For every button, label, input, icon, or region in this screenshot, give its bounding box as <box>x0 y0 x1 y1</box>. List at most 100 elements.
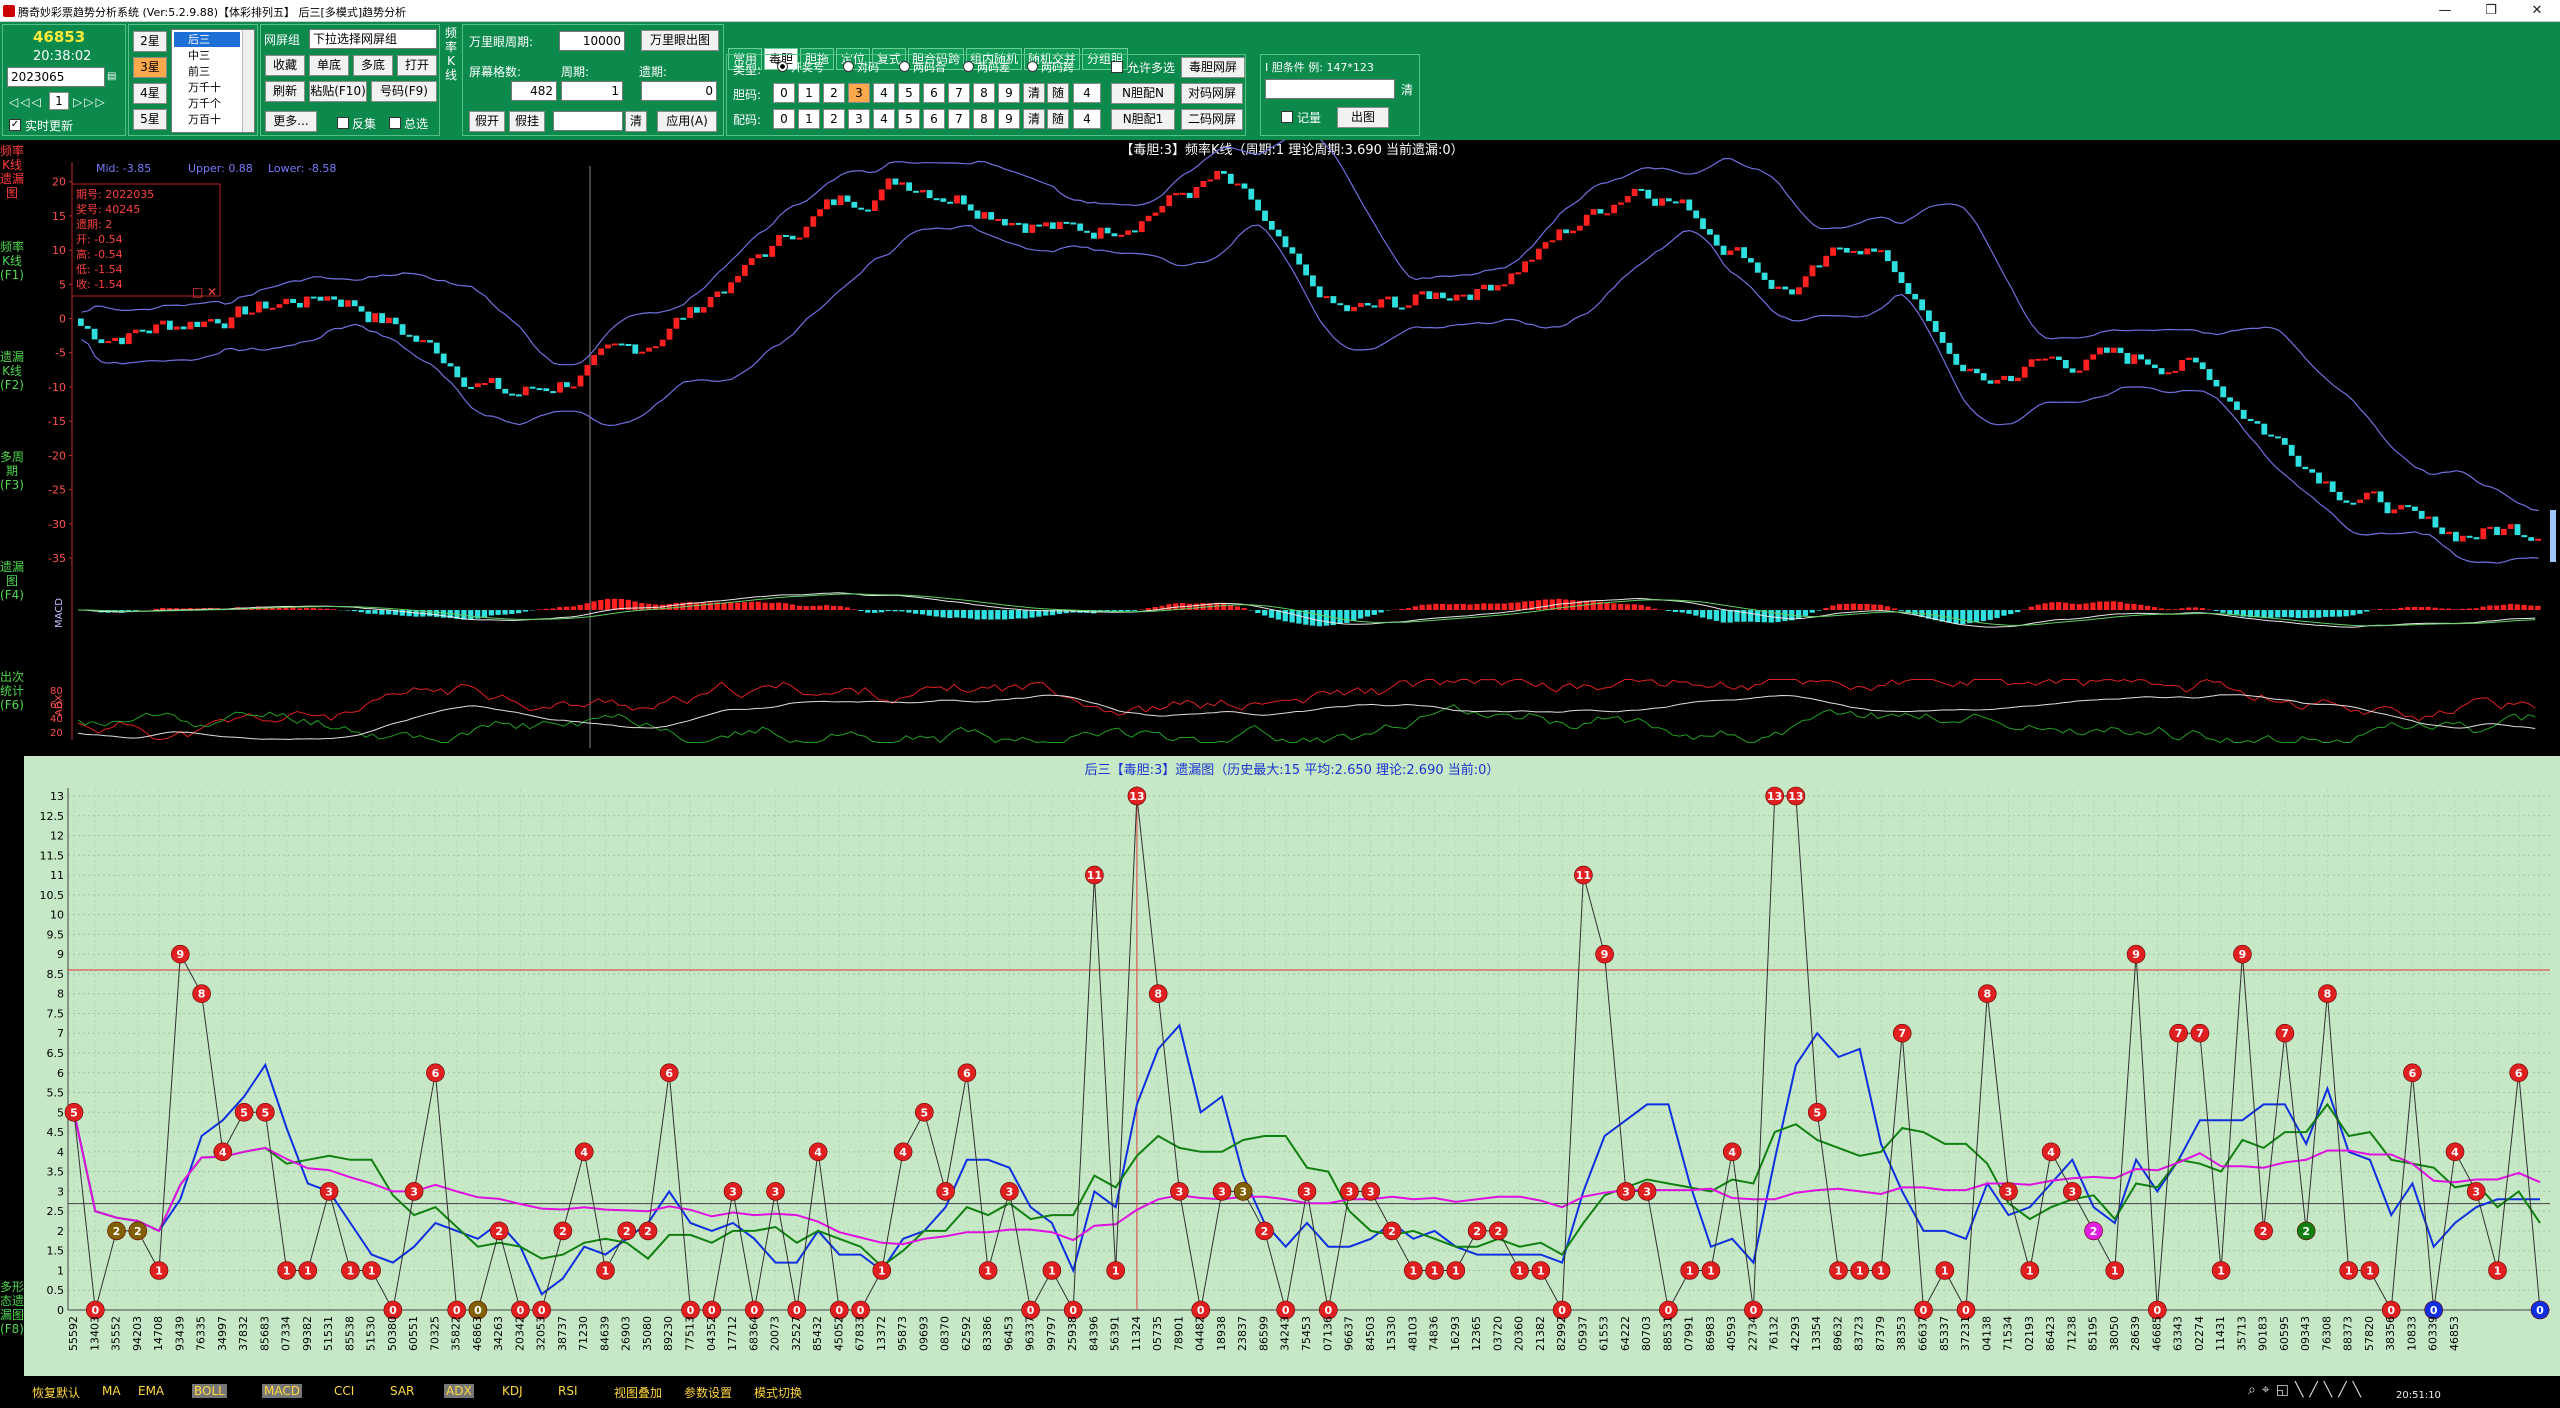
pool-select[interactable]: 下拉选择网屏组 <box>309 29 437 49</box>
digit-dan-7[interactable]: 7 <box>948 83 970 103</box>
wanli-chart-button[interactable]: 万里眼出图 <box>641 30 719 51</box>
digit-dan-1[interactable]: 1 <box>798 83 820 103</box>
miss-input[interactable]: 0 <box>641 81 717 101</box>
issue-select[interactable]: 2023065 <box>7 67 105 87</box>
status-item-10[interactable]: 视图叠加 <box>612 1384 664 1401</box>
dan-btn2-0[interactable]: 对码网屏 <box>1181 83 1243 104</box>
left-tab-2[interactable]: 遗漏K线(F2) <box>0 350 24 440</box>
digit-pei-3[interactable]: 3 <box>848 109 870 129</box>
fake-input[interactable] <box>553 111 623 131</box>
status-item-11[interactable]: 参数设置 <box>682 1384 734 1401</box>
status-item-5[interactable]: CCI <box>332 1384 356 1398</box>
pool-button-4[interactable]: 刷新 <box>265 81 305 102</box>
pool-button-3[interactable]: 打开 <box>397 55 437 76</box>
more-button[interactable]: 更多... <box>265 111 317 132</box>
pool-button-6[interactable]: 号码(F9) <box>371 81 437 102</box>
left-tab-4[interactable]: 遗漏图(F4) <box>0 560 24 660</box>
list-scrollbar[interactable] <box>242 30 254 132</box>
position-list[interactable]: 后三 中三 前三 万千十 万千个 万百十 <box>171 29 255 133</box>
cycle-input[interactable]: 1 <box>561 81 623 101</box>
digit-pei-7[interactable]: 7 <box>948 109 970 129</box>
digit-pei-6[interactable]: 6 <box>923 109 945 129</box>
left-tab-3[interactable]: 多周期(F3) <box>0 450 24 540</box>
status-item-0[interactable]: 恢复默认 <box>30 1384 82 1401</box>
screen-count-input[interactable]: 482 <box>511 81 557 101</box>
type-radio-3[interactable] <box>963 61 974 72</box>
star-button-2[interactable]: 4星 <box>133 83 167 104</box>
record-checkbox[interactable] <box>1281 111 1293 123</box>
digit-dan-6[interactable]: 6 <box>923 83 945 103</box>
dan-btn2-1[interactable]: 二码网屏 <box>1181 109 1243 130</box>
condition-input[interactable] <box>1265 79 1395 99</box>
pei-random-button[interactable]: 随 <box>1047 109 1069 129</box>
miss-panel[interactable]: 后三【毒胆:3】遗漏图（历史最大:15 平均:2.650 理论:2.690 当前… <box>24 756 2560 1376</box>
pool-button-2[interactable]: 多底 <box>353 55 393 76</box>
left-tab-1[interactable]: 频率K线(F1) <box>0 240 24 340</box>
fanji-checkbox[interactable] <box>337 117 349 129</box>
digit-pei-9[interactable]: 9 <box>998 109 1020 129</box>
dan-btn-0[interactable]: 毒胆网屏 <box>1181 57 1245 78</box>
dan-random-button[interactable]: 随 <box>1047 83 1069 103</box>
list-item-0[interactable]: 后三 <box>174 32 240 47</box>
list-item-4[interactable]: 万千个 <box>174 96 240 111</box>
nav-next-icon[interactable]: ▷▷▷ <box>73 95 107 109</box>
type-radio-4[interactable] <box>1027 61 1038 72</box>
maximize-button[interactable]: ❐ <box>2468 0 2514 22</box>
pei-count-spin[interactable]: 4 <box>1073 109 1101 129</box>
digit-dan-4[interactable]: 4 <box>873 83 895 103</box>
status-item-7[interactable]: ADX <box>444 1384 474 1398</box>
digit-pei-8[interactable]: 8 <box>973 109 995 129</box>
digit-pei-4[interactable]: 4 <box>873 109 895 129</box>
list-item-1[interactable]: 中三 <box>174 48 240 63</box>
dan-btn-1[interactable]: N胆配N <box>1111 83 1175 104</box>
output-chart-button[interactable]: 出图 <box>1337 107 1389 128</box>
digit-dan-2[interactable]: 2 <box>823 83 845 103</box>
pei-clear-button[interactable]: 清 <box>1023 109 1045 129</box>
list-item-5[interactable]: 万百十 <box>174 112 240 127</box>
digit-dan-0[interactable]: 0 <box>773 83 795 103</box>
status-item-2[interactable]: EMA <box>136 1384 166 1398</box>
condition-clear[interactable]: 清 <box>1401 81 1413 98</box>
close-button[interactable]: ✕ <box>2514 0 2560 22</box>
kline-panel[interactable]: 【毒胆:3】频率K线（周期:1 理论周期:3.690 当前遗漏:0） 20 15 10… <box>24 132 2560 752</box>
pool-button-1[interactable]: 单底 <box>309 55 349 76</box>
digit-dan-8[interactable]: 8 <box>973 83 995 103</box>
status-item-3[interactable]: BOLL <box>192 1384 227 1398</box>
nav-prev-icon[interactable]: ◁◁◁ <box>9 95 43 109</box>
pool-button-5[interactable]: 粘贴(F10) <box>309 81 367 102</box>
dan-count-spin[interactable]: 4 <box>1073 83 1101 103</box>
left-tab-5[interactable]: 出次统计(F6) <box>0 670 24 780</box>
dan-clear-button[interactable]: 清 <box>1023 83 1045 103</box>
list-item-3[interactable]: 万千十 <box>174 80 240 95</box>
star-button-3[interactable]: 5星 <box>133 109 167 130</box>
pool-button-0[interactable]: 收藏 <box>265 55 305 76</box>
calendar-icon[interactable]: ▤ <box>107 71 121 83</box>
digit-pei-1[interactable]: 1 <box>798 109 820 129</box>
list-item-2[interactable]: 前三 <box>174 64 240 79</box>
star-button-0[interactable]: 2星 <box>133 31 167 52</box>
kline-chart[interactable]: 【毒胆:3】频率K线（周期:1 理论周期:3.690 当前遗漏:0） 20 15 10… <box>24 132 2560 752</box>
type-radio-2[interactable] <box>899 61 910 72</box>
page-number[interactable]: 1 <box>49 92 69 110</box>
left-tab-0[interactable]: 频率K线遗漏图 <box>0 144 24 208</box>
status-item-9[interactable]: RSI <box>556 1384 580 1398</box>
miss-chart[interactable]: 后三【毒胆:3】遗漏图（历史最大:15 平均:2.650 理论:2.690 当前… <box>24 756 2560 1376</box>
type-radio-0[interactable] <box>777 61 788 72</box>
status-item-8[interactable]: KDJ <box>500 1384 525 1398</box>
clear-button[interactable]: 清 <box>625 111 647 132</box>
zongxuan-checkbox[interactable] <box>389 117 401 129</box>
digit-pei-2[interactable]: 2 <box>823 109 845 129</box>
status-item-1[interactable]: MA <box>100 1384 123 1398</box>
allow-multi-checkbox[interactable] <box>1111 61 1123 73</box>
status-tool-icons[interactable]: ⌕⌖◱╲╱╲╱╲ <box>2248 1382 2367 1398</box>
status-item-12[interactable]: 模式切换 <box>752 1384 804 1401</box>
realtime-checkbox[interactable]: ✓ <box>9 119 21 131</box>
minimize-button[interactable]: — <box>2422 0 2468 22</box>
star-button-1[interactable]: 3星 <box>133 57 167 78</box>
status-item-6[interactable]: SAR <box>388 1384 416 1398</box>
fake-hang-button[interactable]: 假挂 <box>509 111 545 132</box>
digit-dan-5[interactable]: 5 <box>898 83 920 103</box>
digit-dan-3[interactable]: 3 <box>848 83 870 103</box>
dan-btn-2[interactable]: N胆配1 <box>1111 109 1175 130</box>
period-input[interactable]: 10000 <box>559 31 625 51</box>
